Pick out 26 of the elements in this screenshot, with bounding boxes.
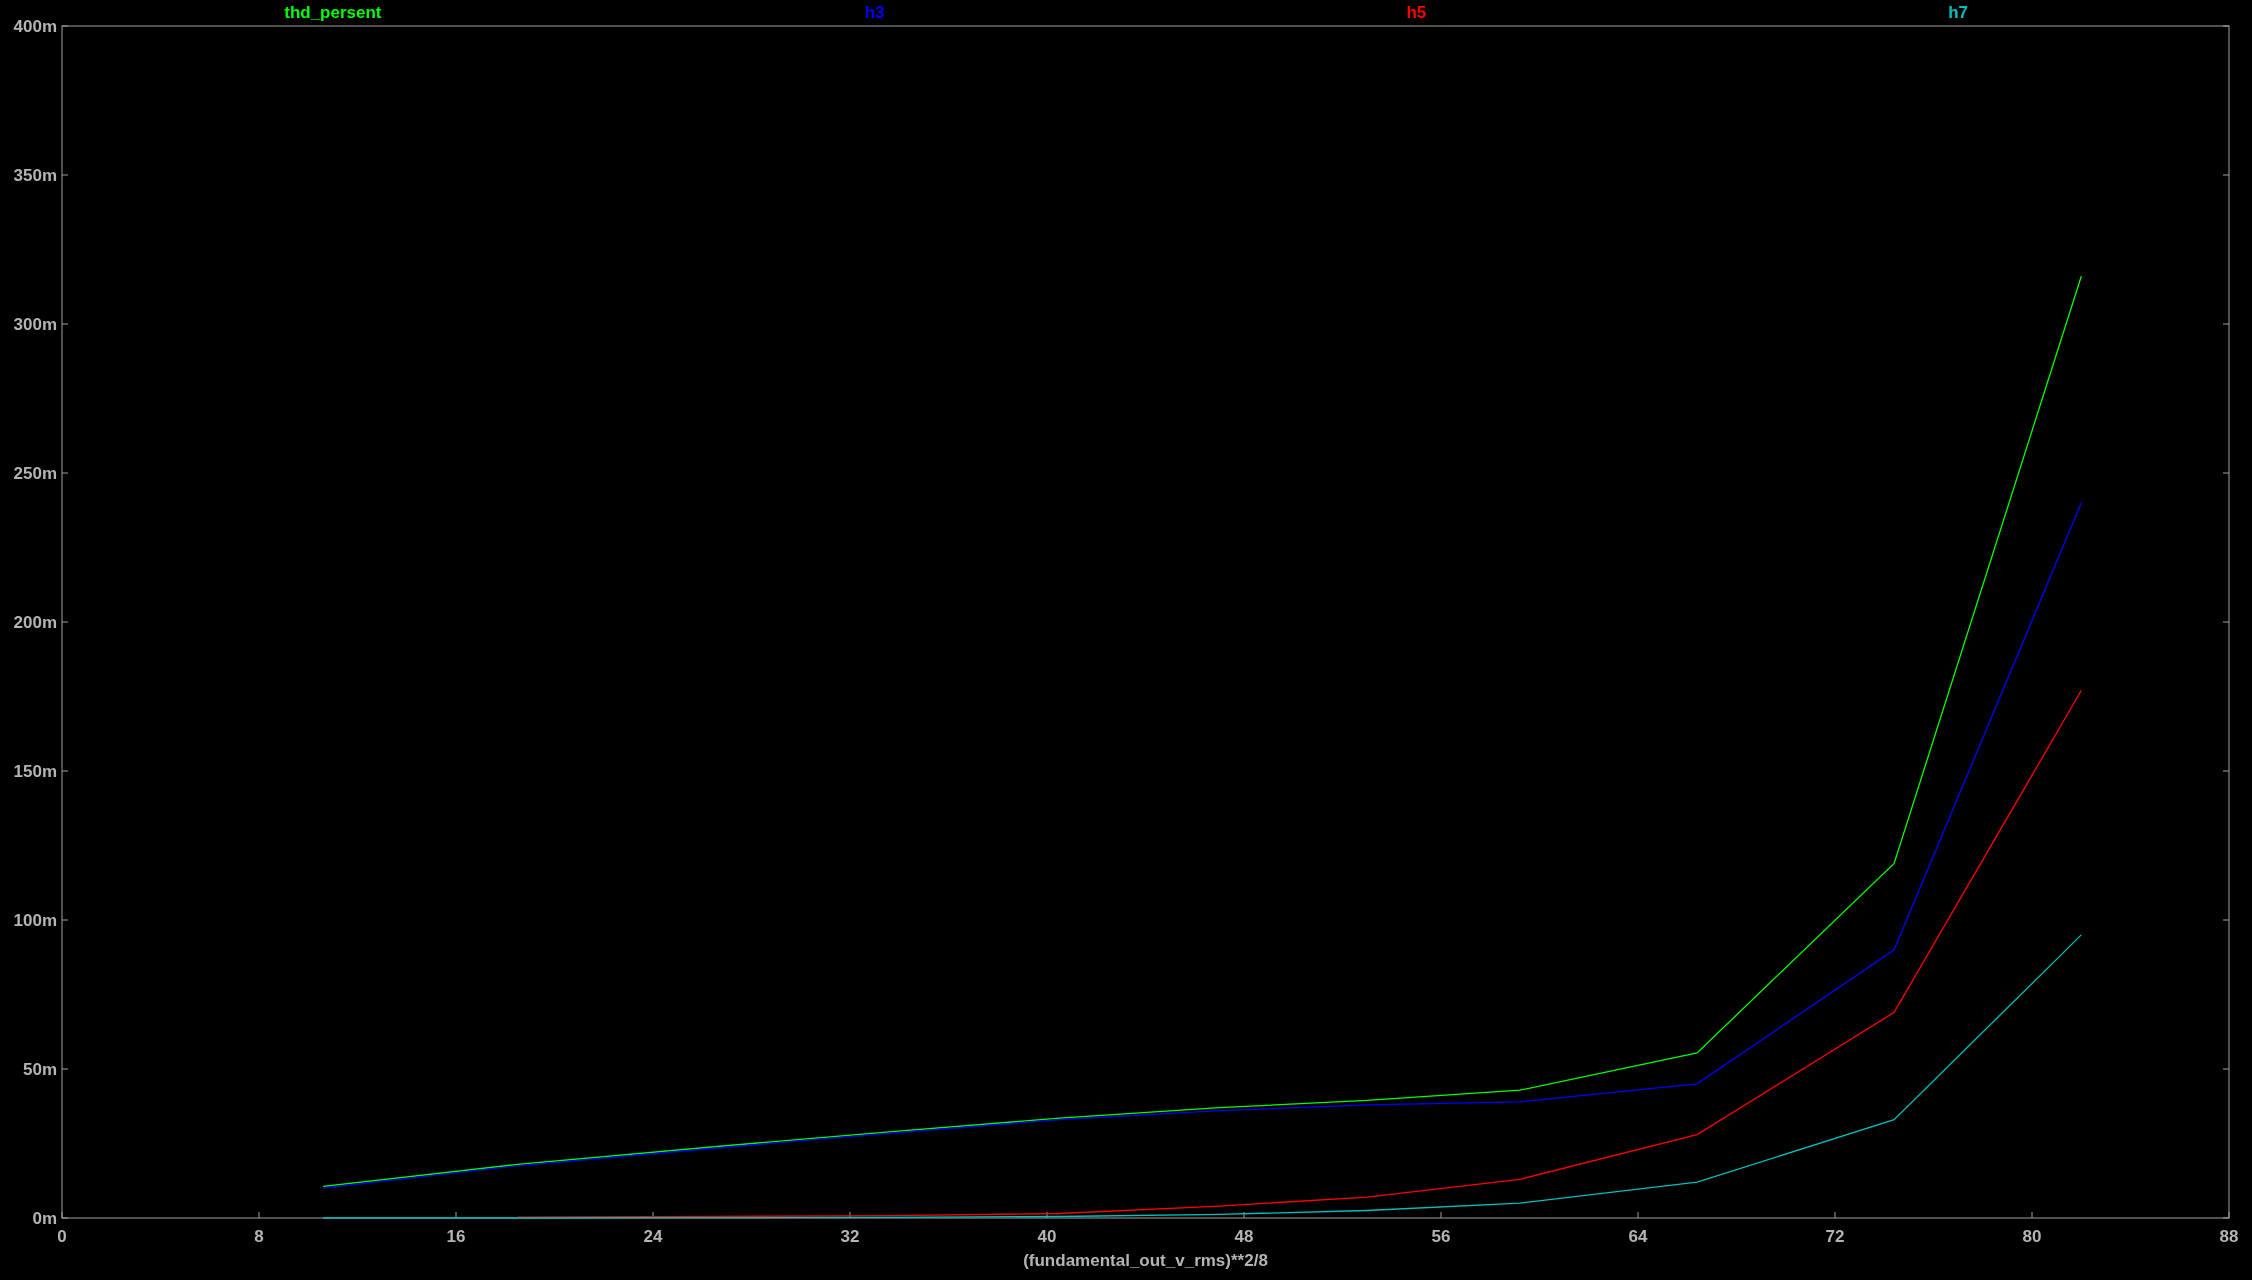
- x-tick-label: 72: [1825, 1227, 1845, 1246]
- x-tick-label: 24: [643, 1227, 663, 1246]
- y-tick-label: 50m: [22, 1060, 57, 1079]
- x-tick-label: 0: [57, 1227, 67, 1246]
- x-tick-label: 40: [1037, 1227, 1057, 1246]
- legend-label: h5: [1406, 3, 1427, 22]
- x-tick-label: 48: [1234, 1227, 1254, 1246]
- legend-label: thd_persent: [284, 3, 382, 22]
- x-tick-label: 16: [446, 1227, 466, 1246]
- y-tick-label: 0m: [32, 1209, 57, 1228]
- x-tick-label: 80: [2022, 1227, 2042, 1246]
- x-tick-label: 64: [1628, 1227, 1648, 1246]
- legend-label: h3: [864, 3, 885, 22]
- x-tick-label: 8: [254, 1227, 264, 1246]
- y-tick-label: 400m: [13, 17, 57, 36]
- legend-label: h7: [1948, 3, 1969, 22]
- x-tick-label: 88: [2219, 1227, 2239, 1246]
- y-tick-label: 250m: [13, 464, 57, 483]
- y-tick-label: 100m: [13, 911, 57, 930]
- y-tick-label: 300m: [13, 315, 57, 334]
- x-tick-label: 32: [840, 1227, 860, 1246]
- y-tick-label: 200m: [13, 613, 57, 632]
- y-tick-label: 150m: [13, 762, 57, 781]
- x-tick-label: 56: [1431, 1227, 1451, 1246]
- x-axis-title: (fundamental_out_v_rms)**2/8: [1023, 1251, 1268, 1270]
- y-tick-label: 350m: [13, 166, 57, 185]
